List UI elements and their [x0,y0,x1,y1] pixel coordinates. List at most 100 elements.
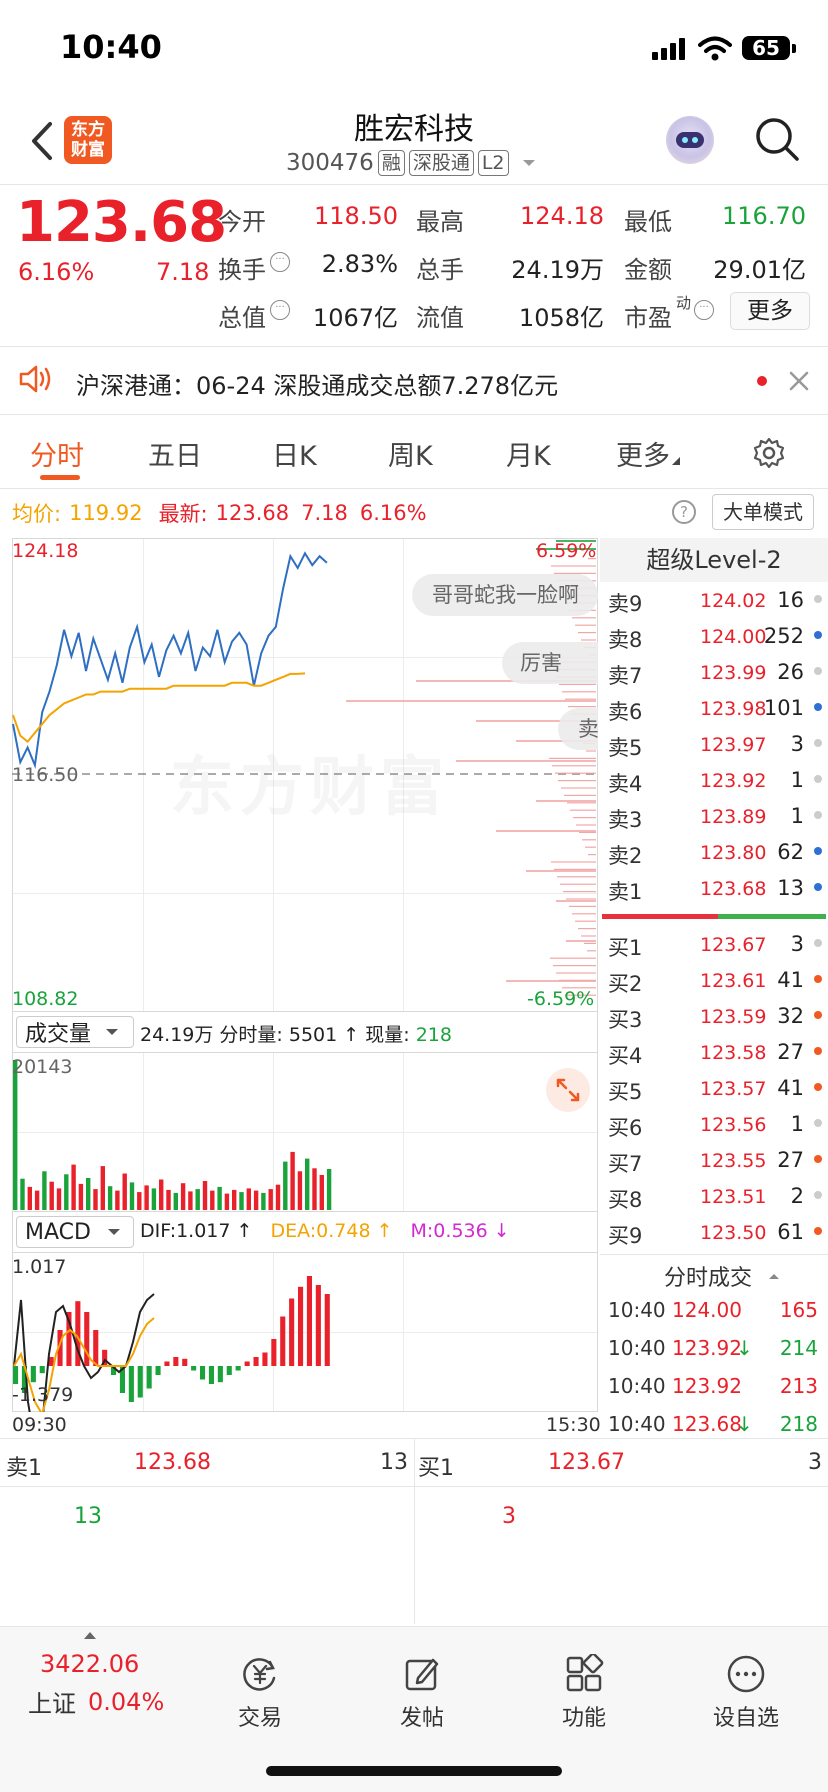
x-label-open: 09:30 [12,1414,67,1436]
ask-row[interactable]: 卖3 123.89 1 [600,798,828,834]
macd-histogram-bar [208,1366,214,1384]
bid-row[interactable]: 买8 123.51 2 [600,1178,828,1214]
tick-trade-row: 10:40 124.00 165 [600,1292,828,1330]
notice-text[interactable]: 沪深港通：06-24 深股通成交总额7.278亿元 [76,366,558,401]
order-flow-bar [556,900,596,902]
volume-indicator-select[interactable]: 成交量 [16,1016,134,1048]
ask-volume: 1 [790,804,804,828]
bid-row[interactable]: 买3 123.59 32 [600,998,828,1034]
tab-five-day[interactable]: 五日 [148,434,202,473]
macd-histogram-bar [200,1366,206,1380]
more-metrics-button[interactable]: 更多 [730,292,810,330]
level2-title[interactable]: 超级Level-2 [600,538,828,582]
order-flow-bar [565,698,596,700]
bid-row[interactable]: 买4 123.58 27 [600,1034,828,1070]
ask-ratio-bar [602,914,718,919]
volume-bar [122,1173,127,1210]
help-icon[interactable]: ? [672,500,696,524]
ask-row[interactable]: 卖9 124.02 16 [600,582,828,618]
order-flow-bar [560,883,596,885]
ask-price: 123.98 [700,698,767,720]
macd-histogram-bar [146,1366,152,1389]
bid-dot [814,1119,822,1127]
volume-bar [115,1190,120,1210]
metric-value: 116.70 [722,202,806,230]
metric-label: 流值 [416,304,464,332]
metric-superscript: 动 [676,294,692,312]
expand-icon[interactable] [546,1068,590,1112]
bid-row[interactable]: 买7 123.55 27 [600,1142,828,1178]
volume-bar [27,1186,32,1210]
nav-add-watchlist[interactable]: 设自选 [686,1654,806,1732]
info-dots-icon[interactable]: ··· [270,252,290,272]
ask-row[interactable]: 卖7 123.99 26 [600,654,828,690]
bid-row[interactable]: 买5 123.57 41 [600,1070,828,1106]
dropdown-icon [106,1029,119,1035]
ask-row[interactable]: 卖1 123.68 13 [600,870,828,906]
volume-bar [305,1158,310,1210]
bid-row[interactable]: 买9 123.50 61 [600,1214,828,1250]
nav-post[interactable]: 发帖 [362,1654,482,1732]
order-flow-bar [573,817,596,819]
bid-level-label: 买7 [608,1152,643,1176]
ask-level-label: 卖5 [608,736,643,760]
macd-histogram-bar [306,1276,312,1366]
tag-margin: 融 [377,150,405,176]
volume-bar [129,1182,135,1210]
caret-icon [672,456,680,465]
order-flow-bar [553,965,596,967]
settings-gear-icon[interactable] [752,436,786,470]
stock-subtitle[interactable]: 300476 融 深股通 L2 [286,150,541,176]
ask-row[interactable]: 卖6 123.98 101 [600,690,828,726]
index-value[interactable]: 3422.06 [40,1650,139,1678]
unread-dot [757,376,767,386]
tab-daily-k[interactable]: 日K [272,434,317,473]
tab-more[interactable]: 更多 [616,434,682,473]
nav-trade[interactable]: 交易 [200,1654,320,1732]
ask-price: 123.97 [700,734,767,756]
tab-monthly-k[interactable]: 月K [506,434,551,473]
bid-dot [814,1227,822,1235]
index-row[interactable]: 上证 0.04% [28,1684,164,1719]
signal-icon [652,38,685,60]
bid-price: 123.59 [700,1006,767,1028]
ask-dot [814,703,822,711]
assistant-robot-icon[interactable] [666,116,714,164]
order-flow-bar [575,624,596,626]
ask-level-label: 卖8 [608,628,643,652]
tab-intraday[interactable]: 分时 [30,434,84,473]
bid-row[interactable]: 买1 123.67 3 [600,926,828,962]
ask-row[interactable]: 卖5 123.97 3 [600,726,828,762]
macd-indicator-select[interactable]: MACD [16,1216,134,1248]
macd-svg [13,1276,330,1412]
ask-row[interactable]: 卖8 124.00 252 [600,618,828,654]
tab-weekly-k[interactable]: 周K [388,434,433,473]
ask-row[interactable]: 卖4 123.92 1 [600,762,828,798]
ask-row[interactable]: 卖2 123.80 62 [600,834,828,870]
order-flow-bar [576,824,596,826]
big-order-mode-button[interactable]: 大单模式 [712,494,814,530]
more-dots-icon [727,1655,765,1693]
info-dots-icon[interactable]: ··· [270,300,290,320]
bid-row[interactable]: 买2 123.61 41 [600,962,828,998]
index-pct: 0.04% [88,1687,165,1716]
bid-volume: 3 [790,932,804,956]
info-dots-icon[interactable]: ··· [694,300,714,320]
close-icon[interactable] [788,370,810,392]
bid-row[interactable]: 买6 123.56 1 [600,1106,828,1142]
order-flow-bar [567,802,596,804]
tab-underline [40,475,80,480]
status-time: 10:40 [60,28,162,66]
search-icon[interactable] [754,116,800,162]
nav-functions[interactable]: 功能 [524,1654,644,1732]
tick-trades-header[interactable]: 分时成交 [664,1260,782,1292]
bid-level-label: 买4 [608,1044,643,1068]
ask-level-label: 卖7 [608,664,643,688]
edit-icon [405,1658,439,1691]
bid-volume: 41 [777,1076,804,1100]
order-flow-bar [572,617,596,619]
order-flow-bar [569,905,596,907]
caret-up-icon[interactable] [82,1630,98,1640]
latest-label: 最新: [158,502,208,526]
volume-bar [283,1161,288,1210]
